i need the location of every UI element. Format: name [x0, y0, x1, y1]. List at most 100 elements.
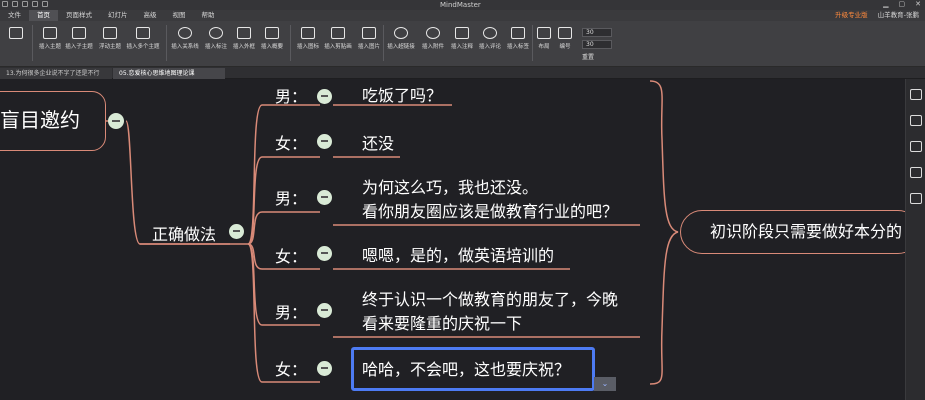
format-brush-icon[interactable] [910, 89, 922, 100]
maximize-icon[interactable]: ▢ [899, 0, 906, 8]
tab-document-2[interactable]: 05.恋爱核心思维地图理论课 [113, 68, 225, 79]
summary-bracket [649, 80, 679, 385]
image-icon [362, 27, 376, 39]
topic-icon [43, 27, 57, 39]
close-icon[interactable]: ✕ [915, 0, 921, 8]
link-icon [394, 27, 408, 39]
quick-access-toolbar [2, 1, 48, 7]
speaker-label[interactable]: 男： [275, 303, 307, 323]
speaker-label[interactable]: 女： [275, 360, 307, 380]
account-name[interactable]: 山羊教育-张鹏 [878, 10, 919, 21]
callout-icon [209, 27, 223, 39]
subtopic-icon [72, 27, 86, 39]
insert-image-button[interactable]: 插入图片 [353, 25, 385, 61]
redo-icon[interactable] [12, 1, 18, 7]
dialogue-line[interactable]: 吃饭了吗？ [362, 84, 442, 108]
collapse-button[interactable] [317, 190, 332, 205]
collapse-button[interactable] [108, 113, 124, 129]
insert-summary-button[interactable]: 插入概要 [256, 25, 288, 61]
undo-icon[interactable] [2, 1, 8, 7]
dialogue-line[interactable]: 看你朋友圈应该是做教育行业的吧？ [362, 200, 618, 224]
home-icon[interactable] [910, 141, 922, 152]
menu-file[interactable]: 文件 [0, 10, 29, 21]
spacing-vertical-input[interactable]: 30 [582, 40, 612, 49]
speaker-label[interactable]: 男： [275, 189, 307, 209]
layout-button[interactable]: 布局 [533, 25, 555, 61]
tab-document-1[interactable]: 13.为何很多企业说不字了还是不行 [0, 68, 112, 79]
minimize-icon[interactable]: ▁ [883, 0, 888, 8]
insert-topic-button[interactable]: 插入主题 [34, 25, 66, 61]
menu-view[interactable]: 视图 [165, 10, 194, 21]
note-icon [455, 27, 469, 39]
insert-icon-button[interactable]: 插入图标 [292, 25, 324, 61]
home-icon [301, 27, 315, 39]
insert-relationship-button[interactable]: 插入关系线 [169, 25, 201, 61]
insert-subtopic-button[interactable]: 插入子主题 [63, 25, 95, 61]
insert-hyperlink-button[interactable]: 插入超链接 [385, 25, 417, 61]
central-topic[interactable]: 盲目邀约 [0, 108, 80, 132]
connector-line [247, 104, 320, 245]
cut-icon [9, 27, 23, 39]
dialogue-line[interactable]: 看来要隆重的庆祝一下 [362, 312, 522, 336]
insert-tag-button[interactable]: 插入标签 [502, 25, 534, 61]
floating-topic-button[interactable]: 浮动主题 [94, 25, 126, 61]
window-title: MindMaster [440, 1, 481, 9]
menu-help[interactable]: 帮助 [194, 10, 223, 21]
print-icon[interactable] [42, 1, 48, 7]
image-icon[interactable] [910, 193, 922, 204]
summary-topic[interactable]: 初识阶段只需要做好本分的 [710, 222, 902, 242]
collapse-button[interactable] [317, 246, 332, 261]
multi-topic-icon [136, 27, 150, 39]
collapse-button[interactable] [317, 134, 332, 149]
numbering-button[interactable]: 编号 [554, 25, 576, 61]
tag-icon [511, 27, 525, 39]
dialogue-line[interactable]: 终于认识一个做教育的朋友了，今晚 [362, 288, 618, 312]
floating-edit-handle[interactable]: ⌄ [594, 377, 616, 391]
comment-icon [483, 27, 497, 39]
ribbon-toolbar: 插入主题 插入子主题 浮动主题 插入多个主题 插入关系线 插入标注 插入外框 插… [0, 21, 925, 67]
spacing-horizontal-input[interactable]: 30 [582, 28, 612, 37]
tab-label: 05.恋爱核心思维地图理论课 [119, 70, 195, 77]
speaker-label[interactable]: 女： [275, 247, 307, 267]
right-side-panel [905, 79, 925, 400]
summary-icon [265, 27, 279, 39]
speaker-label[interactable]: 女： [275, 134, 307, 154]
insert-clipart-button[interactable]: 插入剪贴画 [322, 25, 354, 61]
numbering-icon [558, 27, 572, 39]
collapse-button[interactable] [317, 361, 332, 376]
download-icon [331, 27, 345, 39]
menu-home[interactable]: 首页 [29, 10, 58, 21]
mindmap-canvas[interactable]: 盲目邀约 正确做法 男： 吃饭了吗？ 女： 还没 男： 为何这么巧，我也还没。 … [0, 79, 905, 400]
collapse-button[interactable] [317, 89, 332, 104]
title-bar: MindMaster ▁ ▢ ✕ [0, 0, 925, 10]
menu-advanced[interactable]: 高级 [136, 10, 165, 21]
outline-icon[interactable] [910, 115, 922, 126]
document-tabs: 13.为何很多企业说不字了还是不行 05.恋爱核心思维地图理论课 [0, 67, 925, 79]
menu-slides[interactable]: 幻灯片 [100, 10, 136, 21]
menu-page-style[interactable]: 页面样式 [58, 10, 100, 21]
reset-button[interactable]: 重置 [582, 52, 594, 61]
floating-topic-icon [103, 27, 117, 39]
window-controls: ▁ ▢ ✕ [883, 0, 921, 8]
menu-bar: 文件 首页 页面样式 幻灯片 高级 视图 帮助 升级专业版 山羊教育-张鹏 [0, 10, 925, 21]
boundary-icon [237, 27, 251, 39]
open-icon[interactable] [32, 1, 38, 7]
tab-label: 13.为何很多企业说不字了还是不行 [6, 70, 100, 77]
main-branch-topic[interactable]: 正确做法 [152, 223, 216, 247]
collapse-button[interactable] [229, 224, 244, 239]
collapse-button[interactable] [317, 303, 332, 318]
save-icon[interactable] [22, 1, 28, 7]
mindmaster-window: MindMaster ▁ ▢ ✕ 文件 首页 页面样式 幻灯片 高级 视图 帮助… [0, 0, 925, 400]
clipart-icon[interactable] [910, 167, 922, 178]
dialogue-line[interactable]: 嗯嗯，是的，做英语培训的 [362, 244, 554, 268]
insert-attachment-button[interactable]: 插入附件 [417, 25, 449, 61]
upgrade-link[interactable]: 升级专业版 [835, 10, 868, 21]
dialogue-line[interactable]: 为何这么巧，我也还没。 [362, 176, 538, 200]
paperclip-icon [426, 27, 440, 39]
selection-frame [351, 347, 595, 391]
speaker-label[interactable]: 男： [275, 87, 307, 107]
dialogue-line[interactable]: 还没 [362, 132, 394, 156]
clipboard-group[interactable] [2, 25, 30, 61]
layout-icon [537, 27, 551, 39]
insert-multiple-topics-button[interactable]: 插入多个主题 [124, 25, 162, 61]
